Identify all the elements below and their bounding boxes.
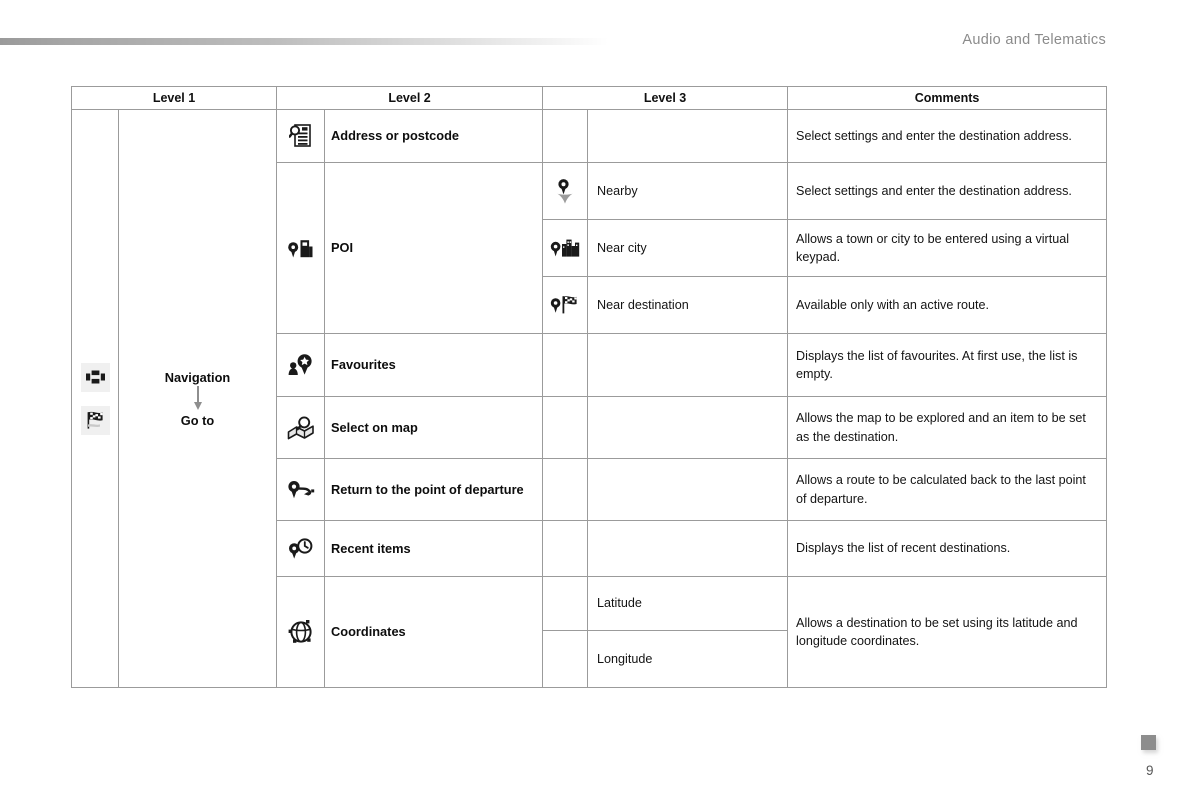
level2-icon-cell <box>276 162 326 334</box>
pin-city-skyline-icon <box>543 237 587 259</box>
level3-label-cell <box>587 109 789 163</box>
level1-label-cell: Navigation Go to <box>117 109 278 688</box>
level2-label-cell: Coordinates <box>324 576 544 688</box>
table-header: Level 1 Level 2 Level 3 Comments <box>70 86 1108 110</box>
level3-label-cell: Nearby <box>587 162 789 220</box>
level3-icon-cell-empty <box>542 109 589 163</box>
checkered-flag-icon <box>80 405 110 435</box>
table-body: Navigation Go to Address or postcode Sel… <box>71 109 1108 688</box>
level3-icon-cell-empty <box>542 333 589 397</box>
level3-label-cell <box>587 333 789 397</box>
favourites-person-star-icon <box>277 353 324 377</box>
level2-icon-cell <box>276 333 326 397</box>
level2-icon-cell <box>276 396 326 459</box>
level3-label-cell <box>587 520 789 577</box>
page-corner-marker <box>1141 735 1156 750</box>
comment-cell: Select settings and enter the destinatio… <box>787 109 1108 163</box>
level3-icon-cell-empty <box>542 630 589 688</box>
comment-cell: Allows the map to be explored and an ite… <box>787 396 1108 459</box>
comment-cell: Select settings and enter the destinatio… <box>787 162 1108 220</box>
address-document-search-icon <box>277 123 324 149</box>
column-header-level3: Level 3 <box>542 86 789 110</box>
comment-cell: Allows a route to be calculated back to … <box>787 458 1108 521</box>
comment-cell: Allows a town or city to be entered usin… <box>787 219 1108 277</box>
level2-label-cell: Recent items <box>324 520 544 577</box>
level3-icon-cell <box>542 276 589 334</box>
comment-cell: Displays the list of favourites. At firs… <box>787 333 1108 397</box>
level2-icon-cell <box>276 109 326 163</box>
menu-structure-table-wrapper: Level 1 Level 2 Level 3 Comments Navigat… <box>70 86 1108 688</box>
level2-icon-cell <box>276 520 326 577</box>
table-header-row: Level 1 Level 2 Level 3 Comments <box>70 86 1108 110</box>
level3-label-cell: Latitude <box>587 576 789 631</box>
comment-cell: Displays the list of recent destinations… <box>787 520 1108 577</box>
level3-label-cell <box>587 396 789 459</box>
level1-bottom-label: Go to <box>180 412 215 428</box>
column-header-level1: Level 1 <box>70 86 278 110</box>
level3-icon-cell-empty <box>542 576 589 631</box>
level2-label-cell: Favourites <box>324 333 544 397</box>
level3-label-cell: Near destination <box>587 276 789 334</box>
level3-label-cell <box>587 458 789 521</box>
return-departure-arrow-icon <box>277 479 324 501</box>
level1-top-label: Navigation <box>164 369 231 385</box>
table-row: Navigation Go to Address or postcode Sel… <box>71 109 1108 688</box>
comment-cell: Allows a destination to be set using its… <box>787 576 1108 688</box>
menu-structure-table: Level 1 Level 2 Level 3 Comments Navigat… <box>70 86 1108 688</box>
level3-label-cell: Longitude <box>587 630 789 688</box>
column-header-comments: Comments <box>787 86 1108 110</box>
poi-pin-building-icon <box>277 237 324 259</box>
level2-label-cell: Select on map <box>324 396 544 459</box>
column-header-level2: Level 2 <box>276 86 544 110</box>
section-title: Audio and Telematics <box>962 32 1106 48</box>
page-number: 9 <box>1146 763 1154 778</box>
comment-cell: Available only with an active route. <box>787 276 1108 334</box>
pin-nearby-cursor-icon <box>543 178 587 205</box>
level3-icon-cell-empty <box>542 458 589 521</box>
down-arrow-icon <box>193 385 202 412</box>
level2-label-cell: Address or postcode <box>324 109 544 163</box>
pin-checkered-flag-icon <box>543 294 587 316</box>
level3-icon-cell-empty <box>542 520 589 577</box>
navigation-menu-icon <box>80 362 110 392</box>
level3-label-cell: Near city <box>587 219 789 277</box>
level2-icon-cell <box>276 458 326 521</box>
level3-icon-cell <box>542 219 589 277</box>
level2-label-cell: POI <box>324 162 544 334</box>
level3-icon-cell <box>542 162 589 220</box>
level3-icon-cell-empty <box>542 396 589 459</box>
map-magnifier-icon <box>277 415 324 440</box>
coordinates-globe-icon <box>277 619 324 645</box>
level2-label-cell: Return to the point of departure <box>324 458 544 521</box>
manual-page: Audio and Telematics Level 1 Level 2 Lev… <box>0 0 1200 800</box>
recent-items-clock-pin-icon <box>277 537 324 560</box>
level1-icon-cell <box>71 109 119 688</box>
level2-icon-cell <box>276 576 326 688</box>
header-gradient-rule <box>0 38 608 45</box>
